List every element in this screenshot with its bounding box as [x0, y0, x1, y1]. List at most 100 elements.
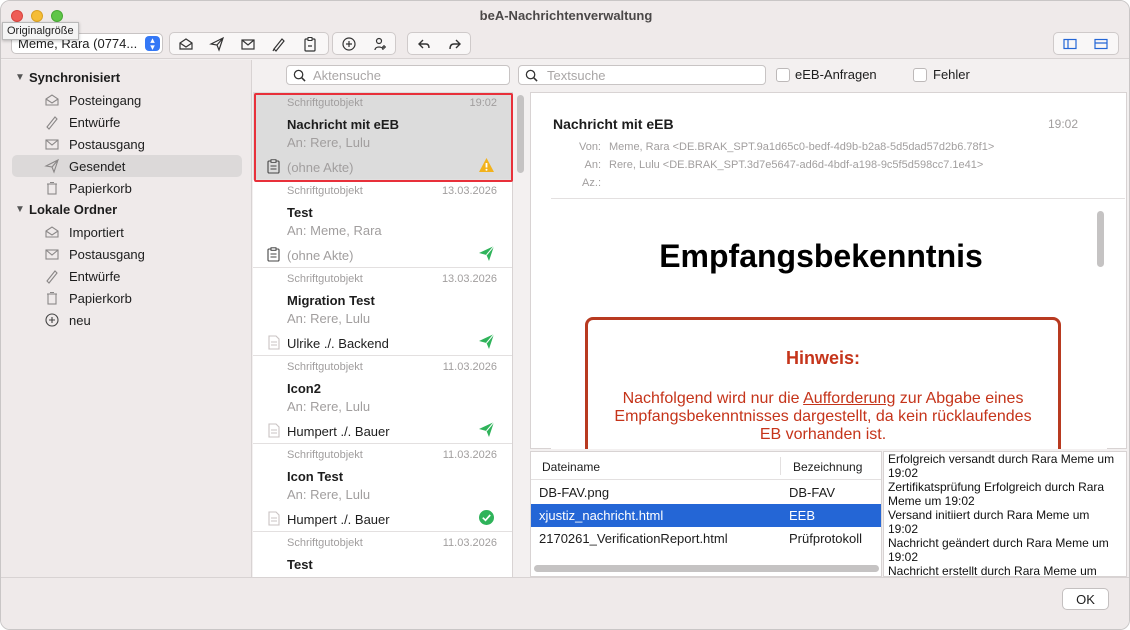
sidebar-item-label: Entwürfe — [69, 114, 121, 130]
document-title: Empfangsbekenntnis — [659, 238, 983, 274]
log-entry: Versand initiiert durch Rara Meme um 19:… — [888, 508, 1090, 536]
table-row[interactable]: xjustiz_nachricht.html EEB — [531, 504, 881, 527]
notice-box: Hinweis: Nachfolgend wird nur die Auffor… — [585, 317, 1061, 449]
sidebar-item-papierkorb-local[interactable]: Papierkorb — [12, 287, 242, 309]
an-value: Rere, Lulu <DE.BRAK_SPT.3d7e5647-ad6d-4b… — [609, 159, 984, 171]
attachment-desc: EEB — [789, 508, 816, 523]
message-subject: Migration Test — [287, 293, 375, 308]
add-person-button[interactable] — [364, 33, 395, 54]
chevron-updown-icon: ▴ ▾ — [145, 36, 160, 52]
von-value: Meme, Rara <DE.BRAK_SPT.9a1d65c0-bedf-4d… — [609, 141, 995, 153]
document-scrollbar[interactable] — [1097, 211, 1104, 267]
forward-button[interactable] — [439, 33, 470, 54]
sidebar-item-label: Importiert — [69, 224, 124, 240]
clipboard-icon — [303, 36, 316, 52]
message-item[interactable]: Schriftgutobjekt 13.03.2026 Test An: Mem… — [253, 180, 512, 268]
attachment-desc: Prüfprotokoll — [789, 531, 862, 546]
document-preview: Empfangsbekenntnis Hinweis: Nachfolgend … — [551, 205, 1107, 449]
sidebar-item-label: Entwürfe — [69, 268, 121, 284]
paper-plane-icon — [208, 36, 224, 52]
sidebar-item-papierkorb[interactable]: Papierkorb — [12, 177, 242, 199]
message-subject: Test — [287, 205, 313, 220]
column-header-bezeichnung[interactable]: Bezeichnung — [793, 460, 862, 474]
sidebar-item-entwuerfe-local[interactable]: Entwürfe — [12, 265, 242, 287]
sign-button[interactable] — [263, 33, 294, 54]
trash-icon — [47, 181, 57, 195]
reply-button[interactable] — [408, 33, 439, 54]
history-log: Erfolgreich versandt durch Rara Meme um … — [883, 451, 1127, 577]
message-item[interactable]: Schriftgutobjekt 13.03.2026 Migration Te… — [253, 268, 512, 356]
message-detail: Nachricht mit eEB 19:02 Von: Meme, Rara … — [530, 92, 1127, 449]
sidebar-item-postausgang[interactable]: Postausgang — [12, 133, 242, 155]
reply-icon — [417, 39, 430, 48]
akten-search-input[interactable]: Aktensuche — [286, 65, 510, 85]
view-sidebar-button[interactable] — [1054, 33, 1085, 54]
log-entry: Zertifikatsprüfung Erfolgreich durch Rar… — [888, 480, 1105, 508]
sidebar-item-entwuerfe[interactable]: Entwürfe — [12, 111, 242, 133]
search-icon — [293, 69, 306, 82]
sidebar-item-gesendet[interactable]: Gesendet — [12, 155, 242, 177]
sidebar-item-postausgang-local[interactable]: Postausgang — [12, 243, 242, 265]
new-mail-button[interactable] — [232, 33, 263, 54]
eeb-checkbox[interactable] — [776, 68, 790, 82]
message-date: 13.03.2026 — [441, 185, 497, 197]
clipboard-button[interactable] — [294, 33, 325, 54]
chevron-down-icon: ▼ — [15, 71, 25, 83]
table-row[interactable]: DB-FAV.png DB-FAV — [531, 481, 881, 504]
view-preview-button[interactable] — [1085, 33, 1116, 54]
search-icon — [525, 69, 538, 82]
message-type: Schriftgutobjekt — [287, 361, 363, 373]
add-button[interactable] — [333, 33, 364, 54]
az-label: Az.: — [582, 177, 601, 189]
message-akte: (ohne Akte) — [287, 248, 354, 263]
message-akte: Humpert ./. Bauer — [287, 424, 390, 439]
outbox-icon — [45, 249, 59, 260]
message-recipient: An: Rere, Lulu — [287, 487, 371, 502]
sidebar-item-label: Papierkorb — [69, 290, 132, 306]
message-item[interactable]: Schriftgutobjekt 11.03.2026 Icon2 An: Re… — [253, 356, 512, 444]
document-icon — [268, 511, 280, 526]
send-button[interactable] — [201, 33, 232, 54]
fehler-checkbox[interactable] — [913, 68, 927, 82]
notice-link[interactable]: Aufforderung — [803, 390, 895, 407]
table-row[interactable]: 2170261_VerificationReport.html Prüfprot… — [531, 527, 881, 550]
sidebar-item-importiert[interactable]: Importiert — [12, 221, 242, 243]
sidebar-item-label: Postausgang — [69, 136, 145, 152]
sent-icon — [479, 421, 495, 437]
ok-button[interactable]: OK — [1062, 588, 1109, 610]
sidebar-layout-icon — [1062, 38, 1077, 49]
text-search-input[interactable]: Textsuche — [518, 65, 766, 85]
sidebar-item-label: Posteingang — [69, 92, 142, 108]
tooltip: Originalgröße — [2, 22, 79, 40]
sidebar-section-synchronisiert[interactable]: ▼ Synchronisiert — [15, 67, 120, 87]
pencil-icon — [46, 270, 58, 284]
message-item[interactable]: Schriftgutobjekt 11.03.2026 Test — [253, 532, 512, 577]
preview-layout-icon — [1093, 38, 1108, 49]
message-date: 11.03.2026 — [442, 361, 497, 373]
selection-highlight — [254, 93, 513, 182]
open-mail-button[interactable] — [170, 33, 201, 54]
trash-icon — [47, 291, 57, 305]
message-list-scrollbar[interactable] — [517, 95, 524, 173]
attachments-scrollbar[interactable] — [534, 565, 879, 572]
message-date: 11.03.2026 — [442, 537, 497, 549]
sidebar-item-posteingang[interactable]: Posteingang — [12, 89, 242, 111]
column-divider[interactable] — [780, 457, 781, 475]
log-entry: Erfolgreich versandt durch Rara Meme um … — [888, 452, 1115, 480]
sidebar-section-lokale-ordner[interactable]: ▼ Lokale Ordner — [15, 199, 117, 219]
inbox-icon — [45, 94, 59, 106]
text-search-placeholder: Textsuche — [547, 68, 606, 83]
sidebar-item-neu[interactable]: neu — [12, 309, 242, 331]
attachment-desc: DB-FAV — [789, 485, 835, 500]
chevron-down-icon: ▼ — [15, 203, 25, 215]
table-header: Dateiname Bezeichnung — [531, 452, 881, 480]
check-circle-icon — [479, 510, 494, 525]
column-header-dateiname[interactable]: Dateiname — [542, 460, 600, 474]
message-item[interactable]: Schriftgutobjekt 11.03.2026 Icon Test An… — [253, 444, 512, 532]
clipboard-icon — [267, 247, 280, 262]
pencil-icon — [46, 116, 58, 130]
sidebar-item-label: neu — [69, 312, 91, 328]
envelope-icon — [240, 38, 255, 50]
message-subject: Test — [287, 557, 313, 572]
message-recipient: An: Rere, Lulu — [287, 311, 371, 326]
